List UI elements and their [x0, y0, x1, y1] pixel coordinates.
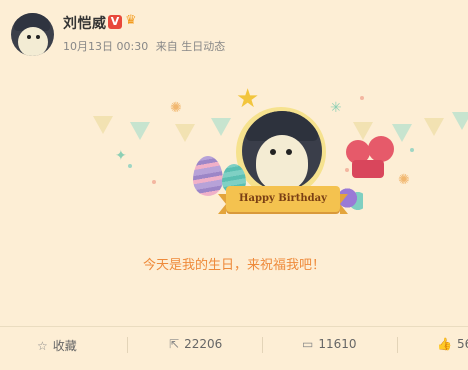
- comment-button[interactable]: ▭ 11610: [302, 337, 357, 351]
- birthday-banner: Happy Birthday: [226, 186, 340, 212]
- hero-eye: [270, 149, 276, 155]
- crown-icon[interactable]: ♛: [125, 13, 141, 29]
- star-icon: ★: [236, 84, 260, 114]
- favorite-label: 收藏: [52, 339, 77, 353]
- post-header: 刘恺威 V ♛ 10月13日 00:30 来自 生日动态: [0, 0, 468, 70]
- pennant-icon: [424, 118, 444, 136]
- pennant-icon: [211, 118, 231, 136]
- hero-eye: [286, 149, 292, 155]
- sparkle-icon: ✦: [115, 148, 127, 164]
- post-source: 来自 生日动态: [155, 40, 226, 53]
- divider: [262, 337, 263, 353]
- camera-reel: [368, 136, 394, 162]
- share-icon: ⇱: [169, 337, 180, 351]
- sparkle-icon: ✳: [330, 100, 342, 116]
- pennant-icon: [452, 112, 468, 130]
- pennant-icon: [93, 116, 113, 134]
- hero-portrait: [242, 111, 322, 191]
- banner-tail: [340, 194, 348, 214]
- camera-body: [352, 160, 384, 178]
- confetti-dot: [360, 96, 364, 100]
- post-meta: 10月13日 00:30 来自 生日动态: [63, 38, 225, 54]
- thumbs-up-icon: 👍: [437, 337, 452, 351]
- birthday-message[interactable]: 今天是我的生日，来祝福我吧！: [0, 254, 468, 273]
- post-time[interactable]: 10月13日 00:30: [63, 40, 148, 53]
- like-count: 56: [456, 337, 468, 351]
- star-icon: ☆: [37, 338, 48, 353]
- pennant-icon: [175, 124, 195, 142]
- repost-count: 22206: [184, 337, 223, 351]
- easter-egg-icon: [193, 156, 223, 196]
- sparkle-icon: ✺: [170, 100, 182, 116]
- username[interactable]: 刘恺威: [63, 13, 107, 33]
- avatar[interactable]: [11, 13, 54, 56]
- banner-tail: [218, 194, 226, 214]
- action-bar: ☆ 收藏 ⇱ 22206 ▭ 11610 👍 56: [0, 326, 468, 363]
- divider: [397, 337, 398, 353]
- film-camera-icon: [346, 136, 400, 186]
- avatar-eye: [27, 35, 31, 39]
- favorite-button[interactable]: ☆ 收藏: [37, 337, 77, 354]
- hero-face: [256, 135, 308, 191]
- confetti-dot: [152, 180, 156, 184]
- avatar-eye: [36, 35, 40, 39]
- verified-badge[interactable]: V: [108, 15, 122, 29]
- like-button[interactable]: 👍 56: [437, 337, 468, 351]
- repost-button[interactable]: ⇱ 22206: [169, 337, 222, 351]
- pennant-icon: [130, 122, 150, 140]
- divider: [127, 337, 128, 353]
- confetti-dot: [410, 148, 414, 152]
- avatar-face: [18, 27, 48, 56]
- confetti-dot: [128, 164, 132, 168]
- comment-icon: ▭: [302, 337, 314, 351]
- comment-count: 11610: [318, 337, 357, 351]
